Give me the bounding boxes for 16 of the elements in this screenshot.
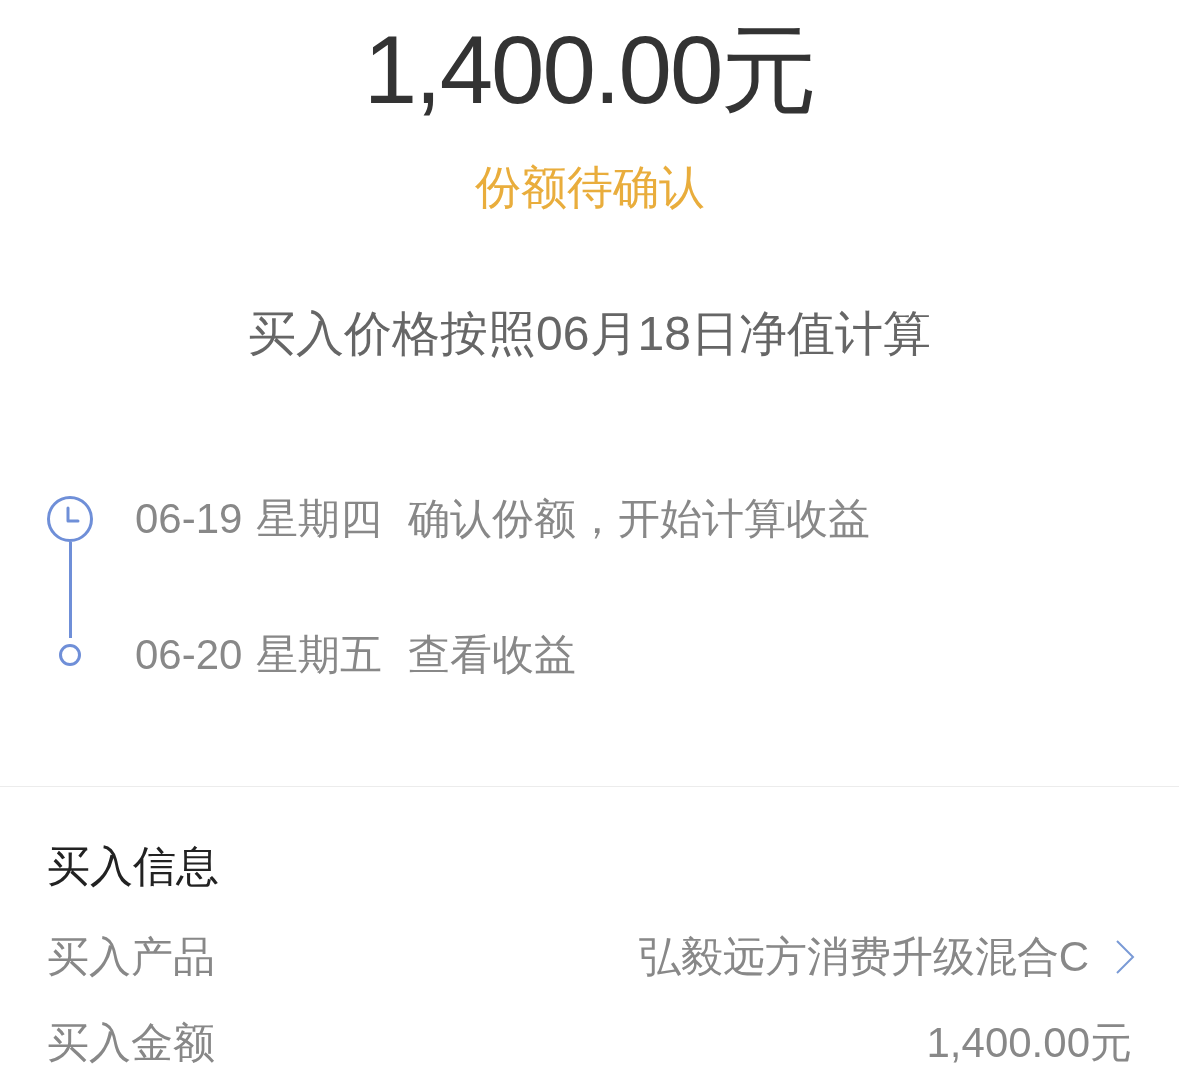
clock-icon xyxy=(47,496,93,542)
price-note-text: 买入价格按照06月18日净值计算 xyxy=(248,310,931,358)
info-value: 1,400.00元 xyxy=(926,1022,1132,1064)
info-label: 买入金额 xyxy=(47,1022,215,1064)
step-weekday: 星期五 xyxy=(256,634,383,676)
amount-text: 1,400.00元 xyxy=(363,22,816,118)
product-link[interactable]: 弘毅远方消费升级混合C xyxy=(638,936,1135,978)
step-weekday: 星期四 xyxy=(256,498,383,540)
info-label: 买入产品 xyxy=(47,936,215,978)
status-text: 份额待确认 xyxy=(474,164,705,210)
timeline-dot-icon xyxy=(59,644,81,666)
step-date: 06-19 xyxy=(135,498,243,540)
section-title: 买入信息 xyxy=(47,845,219,888)
step-event: 确认份额，开始计算收益 xyxy=(408,498,871,540)
step-date: 06-20 xyxy=(135,634,243,676)
step-event: 查看收益 xyxy=(408,634,577,676)
